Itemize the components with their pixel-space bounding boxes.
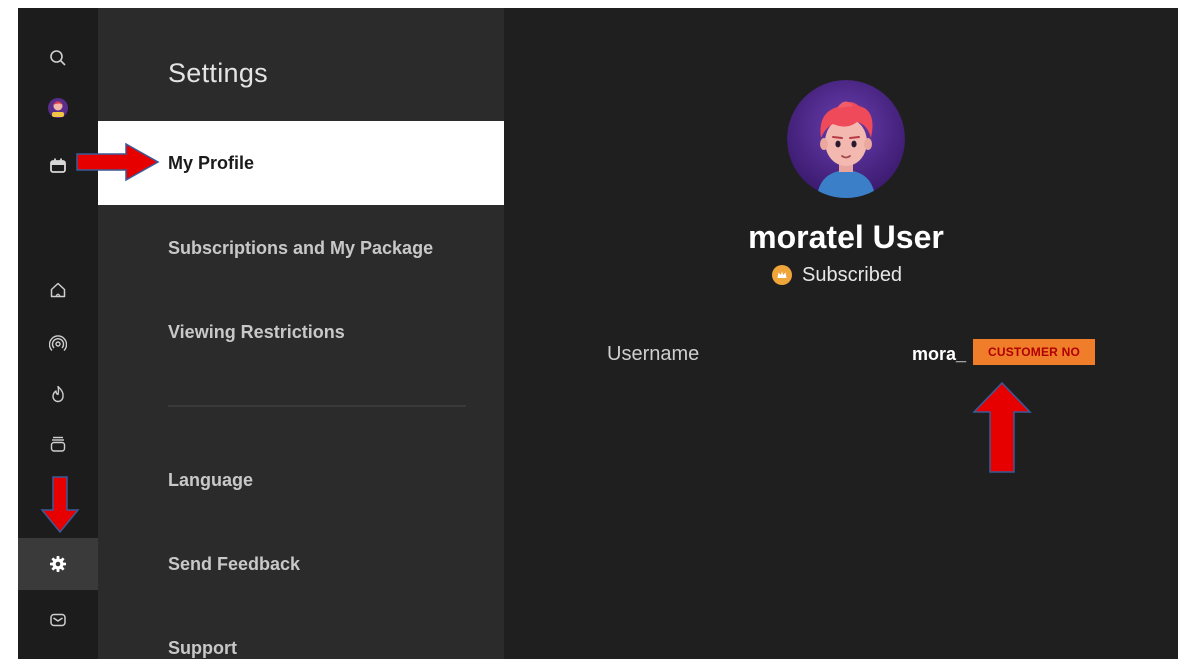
icon-rail xyxy=(18,8,98,659)
live-icon[interactable] xyxy=(18,324,98,364)
settings-menu: Settings My Profile Subscriptions and My… xyxy=(98,8,504,659)
annotation-arrow-right xyxy=(76,142,160,182)
menu-item-label: Send Feedback xyxy=(168,553,301,574)
menu-divider xyxy=(168,405,466,407)
annotation-arrow-up xyxy=(972,382,1032,473)
menu-item-label: Viewing Restrictions xyxy=(168,321,345,342)
menu-item-subscriptions[interactable]: Subscriptions and My Package xyxy=(98,206,504,290)
profile-name: moratel User xyxy=(748,219,944,255)
search-icon[interactable] xyxy=(18,38,98,78)
mail-icon[interactable] xyxy=(18,600,98,640)
avatar-icon[interactable] xyxy=(18,88,98,128)
menu-item-support[interactable]: Support xyxy=(98,606,504,659)
menu-item-label: My Profile xyxy=(168,152,255,173)
menu-item-label: Subscriptions and My Package xyxy=(168,237,434,258)
menu-item-label: Support xyxy=(168,637,237,658)
home-icon[interactable] xyxy=(18,270,98,310)
redaction-tag: CUSTOMER NO xyxy=(973,339,1095,365)
library-icon[interactable] xyxy=(18,424,98,464)
username-value: mora_ xyxy=(912,344,967,364)
username-label: Username xyxy=(607,343,700,365)
annotation-arrow-down xyxy=(40,476,80,534)
profile-panel: moratel User Subscribed Username mora_ C… xyxy=(504,8,1178,659)
status-label: Subscribed xyxy=(802,263,903,286)
menu-item-viewing-restrictions[interactable]: Viewing Restrictions xyxy=(98,290,504,374)
app-screen: Settings My Profile Subscriptions and My… xyxy=(18,8,1178,659)
profile-avatar xyxy=(787,80,905,198)
settings-title: Settings xyxy=(168,58,268,88)
menu-item-language[interactable]: Language xyxy=(98,438,504,522)
menu-item-send-feedback[interactable]: Send Feedback xyxy=(98,522,504,606)
gear-icon xyxy=(50,556,66,572)
menu-item-label: Language xyxy=(168,469,254,490)
trending-icon[interactable] xyxy=(18,374,98,414)
crown-icon xyxy=(772,265,792,285)
subscription-status: Subscribed xyxy=(772,263,902,287)
settings-rail-item[interactable] xyxy=(18,538,98,590)
